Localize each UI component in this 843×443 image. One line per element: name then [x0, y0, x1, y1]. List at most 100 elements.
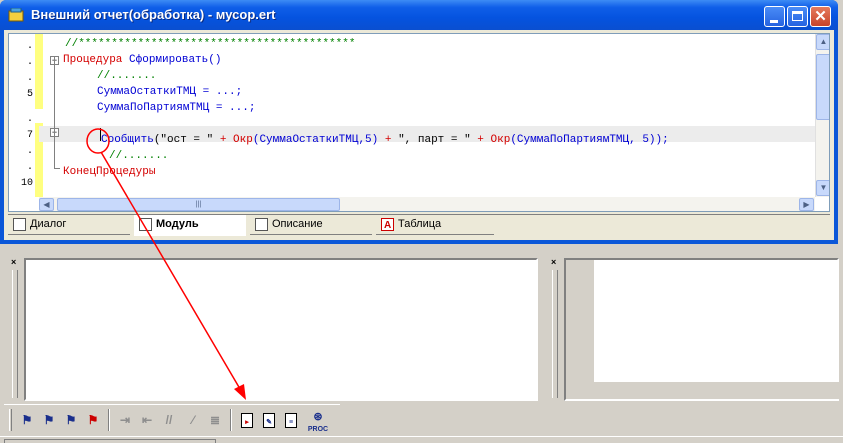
line-number: .	[26, 57, 33, 68]
code-line: Процедура Сформировать()	[63, 52, 221, 68]
change-marker-gap	[35, 109, 43, 123]
string-text: ", парт = "	[398, 134, 478, 146]
proc-label: PROC	[307, 426, 329, 433]
binoculars-icon: ⊛	[313, 411, 323, 423]
line-number: 10	[20, 178, 33, 189]
assignment-text: = ...;	[196, 86, 243, 98]
close-button[interactable]: ✕	[810, 6, 831, 27]
line-number: 7	[26, 130, 33, 141]
code-line: //**************************************…	[65, 36, 355, 52]
title-bar[interactable]: Внешний отчет(обработка) - мусор.ert ✕	[0, 0, 838, 30]
code-line: СуммаПоПартиямТМЦ = ...;	[97, 100, 255, 116]
grid-footer	[566, 382, 841, 399]
horizontal-scrollbar[interactable]: ◀ ||| ▶	[39, 197, 815, 211]
tab-label: Таблица	[398, 218, 442, 230]
fold-guide-end	[54, 168, 60, 169]
table-icon	[381, 216, 394, 235]
function-call-text: Сообщить	[101, 134, 154, 146]
window-client: . . . 5 . 7 . . 10 − − //***************…	[4, 30, 834, 240]
bookmark-clear-icon[interactable]: ⚑	[84, 411, 102, 429]
code-line: Сообщить("ост = " + Окр(СуммаОстаткиТМЦ,…	[101, 132, 669, 148]
tab-label: Диалог	[30, 218, 67, 230]
horizontal-scroll-thumb[interactable]: |||	[57, 198, 340, 211]
tab-description[interactable]: Описание	[250, 215, 372, 235]
line-number: .	[26, 146, 33, 157]
code-line: СуммаОстаткиТМЦ = ...;	[97, 84, 242, 100]
line-number: .	[26, 162, 33, 173]
code-editor[interactable]: . . . 5 . 7 . . 10 − − //***************…	[8, 33, 830, 212]
module-toolbar: ⚑ ⚑ ⚑ ⚑ ⇥ ⇤ // ⁄ ≣ ▸ ✎ ≡ ⊛ PROC	[4, 404, 340, 434]
code-line: КонецПроцедуры	[63, 164, 155, 180]
module-edit-icon[interactable]: ✎	[260, 411, 278, 429]
operator-text: +	[384, 134, 399, 146]
format-icon[interactable]: ≣	[206, 411, 224, 429]
scroll-up-icon[interactable]: ▲	[816, 34, 829, 50]
editor-tabs: Диалог Модуль Описание Таблица	[8, 214, 830, 236]
close-icon[interactable]: ×	[11, 258, 20, 267]
vertical-scrollbar[interactable]: ▲ ▼	[815, 34, 829, 197]
text-caret	[100, 128, 101, 141]
pane-grip[interactable]	[12, 270, 18, 398]
tab-module[interactable]: Модуль	[134, 215, 246, 236]
scroll-left-icon[interactable]: ◀	[39, 198, 54, 211]
toolbar-separator	[108, 409, 110, 431]
maximize-button[interactable]	[787, 6, 808, 27]
comment-text: //.......	[97, 70, 157, 82]
operator-text: + Окр	[477, 134, 511, 146]
comment-text: //.......	[109, 150, 169, 162]
minimize-button[interactable]	[764, 6, 785, 27]
syntax-check-icon[interactable]: ▸	[238, 411, 256, 429]
tab-table[interactable]: Таблица	[376, 215, 494, 235]
dialog-icon	[13, 218, 26, 231]
status-bar	[0, 436, 843, 443]
line-number: .	[26, 73, 33, 84]
keyword-text: КонецПроцедуры	[63, 166, 156, 178]
argument-text: (СуммаПоПартиямТМЦ, 5));	[510, 134, 669, 146]
message-area[interactable]	[24, 258, 538, 401]
close-icon[interactable]: ×	[551, 258, 560, 267]
fold-guide-line	[54, 57, 55, 169]
uncomment-icon[interactable]: ⁄	[184, 411, 202, 429]
debug-area[interactable]	[564, 258, 841, 401]
module-window: Внешний отчет(обработка) - мусор.ert ✕ .…	[0, 0, 838, 244]
vertical-scroll-thumb[interactable]	[816, 54, 829, 120]
line-number: .	[26, 114, 33, 125]
scroll-down-icon[interactable]: ▼	[816, 180, 829, 196]
indent-icon[interactable]: ⇥	[116, 411, 134, 429]
scroll-right-icon[interactable]: ▶	[799, 198, 814, 211]
description-icon	[255, 218, 268, 231]
close-icon: ✕	[814, 8, 827, 25]
debug-pane: ×	[548, 252, 843, 404]
message-pane: ×	[4, 252, 543, 404]
grid-header-column	[566, 260, 594, 382]
tab-label: Описание	[272, 218, 323, 230]
string-text: ("ост = "	[153, 134, 220, 146]
identifier-text: СуммаОстаткиТМЦ	[97, 86, 197, 98]
report-app-icon	[8, 8, 24, 22]
find-procedure-icon[interactable]: ⊛ PROC	[306, 411, 330, 434]
outdent-icon[interactable]: ⇤	[138, 411, 156, 429]
maximize-icon	[792, 11, 803, 21]
bookmark-prev-icon[interactable]: ⚑	[62, 411, 80, 429]
comment-icon[interactable]: //	[160, 411, 178, 429]
toolbar-grip[interactable]	[9, 409, 12, 431]
code-line: //.......	[97, 68, 156, 84]
bookmark-set-icon[interactable]: ⚑	[18, 411, 36, 429]
code-line: //.......	[109, 148, 168, 164]
pane-grip[interactable]	[552, 270, 558, 398]
assignment-text: = ...;	[209, 102, 256, 114]
toolbar-separator	[230, 409, 232, 431]
procedure-list-icon[interactable]: ≡	[282, 411, 300, 429]
window-title: Внешний отчет(обработка) - мусор.ert	[31, 7, 276, 22]
status-segment	[4, 439, 216, 443]
tab-dialog[interactable]: Диалог	[8, 215, 130, 235]
identifier-text: СуммаПоПартиямТМЦ	[97, 102, 210, 114]
tab-label: Модуль	[156, 218, 199, 230]
comment-text: //**************************************…	[65, 38, 356, 50]
bookmark-next-icon[interactable]: ⚑	[40, 411, 58, 429]
argument-text: (СуммаОстаткиТМЦ,5)	[252, 134, 385, 146]
operator-text: + Окр	[219, 134, 253, 146]
module-icon	[139, 218, 152, 231]
keyword-text: Процедура	[63, 54, 123, 66]
procedure-name-text: Сформировать()	[129, 54, 222, 66]
